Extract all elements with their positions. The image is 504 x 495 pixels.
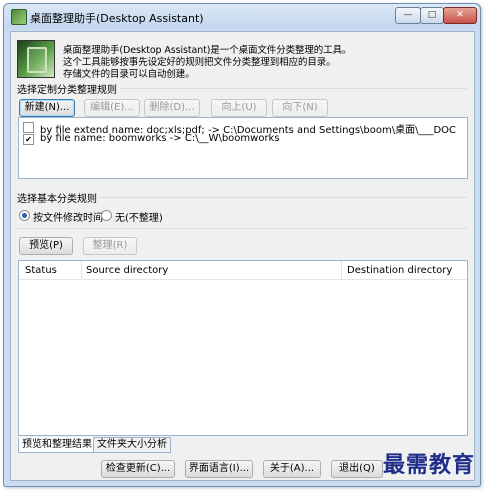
column-header-source[interactable]: Source directory (86, 265, 168, 276)
about-button[interactable]: 关于(A)... (263, 460, 321, 478)
tab-folder-size[interactable]: 文件夹大小分析 (93, 437, 171, 453)
exit-button[interactable]: 退出(Q) (331, 460, 383, 478)
edit-rule-button[interactable]: 编辑(E)... (84, 99, 140, 117)
radio-label: 无(不整理) (115, 213, 163, 224)
move-up-button[interactable]: 向上(U) (211, 99, 267, 117)
app-window: 桌面整理助手(Desktop Assistant) — □ ✕ 桌面整理助手(D… (3, 3, 481, 487)
results-table[interactable]: Status Source directory Destination dire… (18, 260, 468, 436)
maximize-button[interactable]: □ (420, 7, 444, 24)
custom-rules-list[interactable]: by file extend name: doc;xls;pdf; -> C:\… (18, 117, 468, 179)
watermark-text: 最需教育 (383, 452, 476, 478)
main-panel: 桌面整理助手(Desktop Assistant)是一个桌面文件分类整理的工具。… (10, 31, 475, 481)
new-rule-button[interactable]: 新建(N)... (19, 99, 75, 117)
basic-rules-label: 选择基本分类规则 (17, 190, 100, 205)
preview-button[interactable]: 预览(P) (19, 237, 73, 255)
window-title: 桌面整理助手(Desktop Assistant) (30, 12, 204, 25)
check-update-button[interactable]: 检查更新(C)... (101, 460, 175, 478)
rule-checkbox[interactable]: ✔ (23, 134, 34, 145)
radio-button[interactable] (19, 210, 30, 221)
minimize-button[interactable]: — (395, 7, 421, 24)
results-header: Status Source directory Destination dire… (19, 261, 467, 280)
description-line-3: 存储文件的目录可以自动创建。 (63, 69, 195, 80)
close-button[interactable]: ✕ (443, 7, 477, 24)
move-down-button[interactable]: 向下(N) (272, 99, 328, 117)
column-header-status[interactable]: Status (25, 265, 57, 276)
divider (17, 228, 467, 229)
custom-rules-label: 选择定制分类整理规则 (17, 81, 120, 96)
radio-label: 按文件修改时间 (33, 213, 103, 224)
column-header-destination[interactable]: Destination directory (347, 265, 452, 276)
app-icon (11, 9, 27, 25)
delete-rule-button[interactable]: 删除(D)... (144, 99, 200, 117)
title-bar[interactable]: 桌面整理助手(Desktop Assistant) — □ ✕ (4, 4, 480, 29)
language-button[interactable]: 界面语言(I)... (185, 460, 253, 478)
tab-preview-results[interactable]: 预览和整理结果 (18, 437, 96, 453)
rule-checkbox[interactable] (23, 122, 34, 133)
organize-button[interactable]: 整理(R) (83, 237, 137, 255)
logo-icon (17, 40, 55, 78)
rule-text: by file name: boomworks -> C:\__W\boomwo… (40, 133, 280, 144)
radio-button[interactable] (101, 210, 112, 221)
